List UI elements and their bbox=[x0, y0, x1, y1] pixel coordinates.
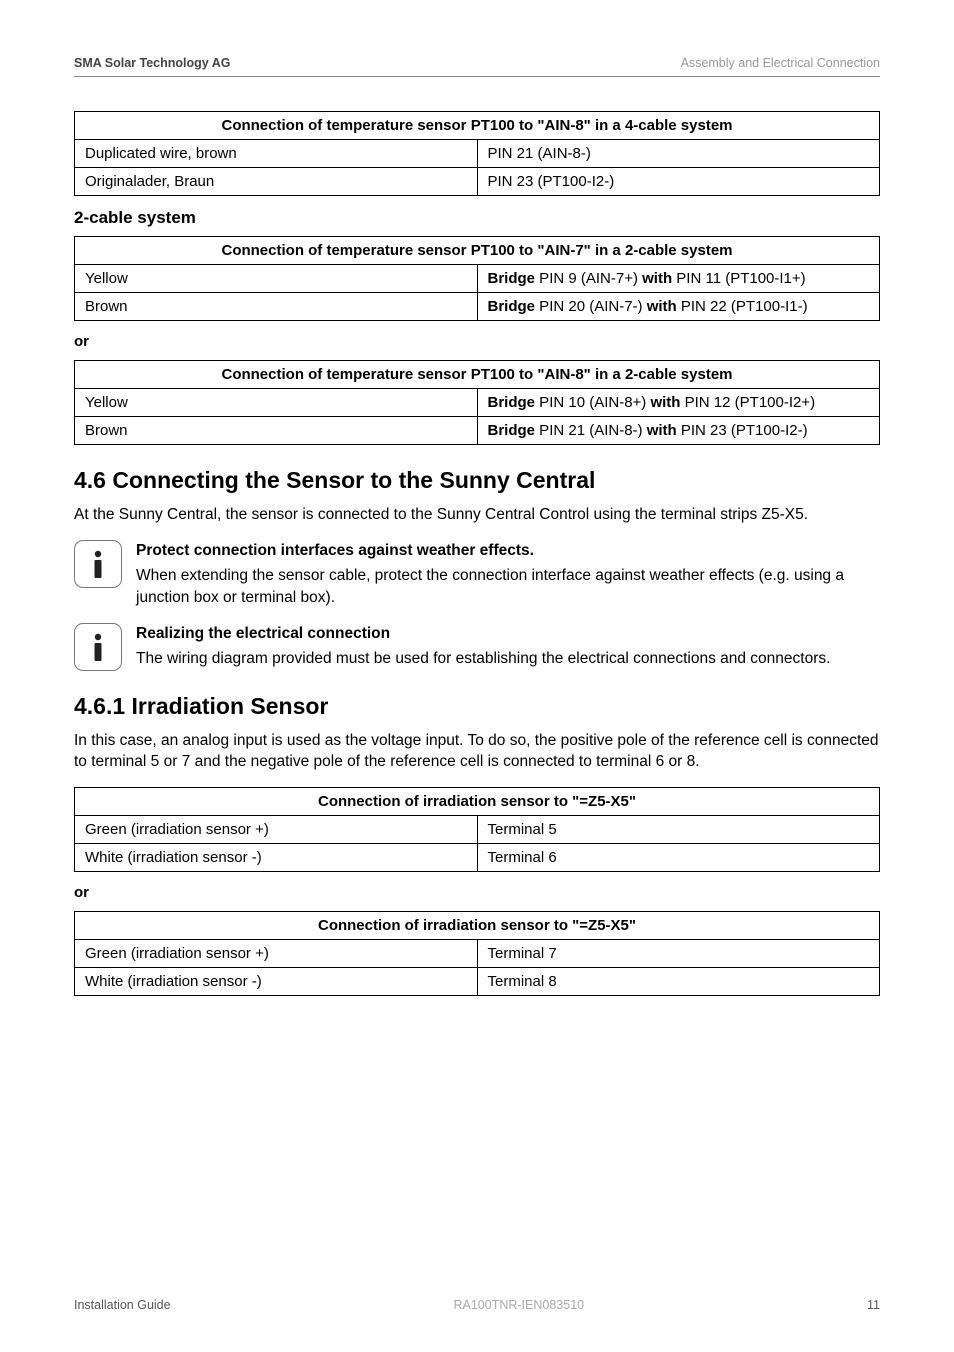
cell: Bridge PIN 21 (AIN-8-) with PIN 23 (PT10… bbox=[477, 417, 880, 445]
cell: Brown bbox=[75, 293, 478, 321]
table-row: White (irradiation sensor -) Terminal 6 bbox=[75, 844, 880, 872]
or-label: or bbox=[74, 333, 880, 350]
cell: Bridge PIN 20 (AIN-7-) with PIN 22 (PT10… bbox=[477, 293, 880, 321]
footer-page-number: 11 bbox=[867, 1298, 880, 1312]
table-pt100-ain8-2cable: Connection of temperature sensor PT100 t… bbox=[74, 360, 880, 445]
table-caption: Connection of temperature sensor PT100 t… bbox=[75, 361, 880, 389]
info-title: Protect connection interfaces against we… bbox=[136, 540, 880, 562]
info-icon bbox=[74, 540, 122, 588]
cell: Terminal 8 bbox=[477, 968, 880, 996]
info-body-text: When extending the sensor cable, protect… bbox=[136, 565, 880, 608]
cell: Brown bbox=[75, 417, 478, 445]
or-label: or bbox=[74, 884, 880, 901]
table-pt100-ain8-4cable: Connection of temperature sensor PT100 t… bbox=[74, 111, 880, 196]
cell: PIN 23 (PT100-I2-) bbox=[477, 168, 880, 196]
table-row: Yellow Bridge PIN 9 (AIN-7+) with PIN 11… bbox=[75, 265, 880, 293]
cell: Green (irradiation sensor +) bbox=[75, 816, 478, 844]
table-pt100-ain7-2cable: Connection of temperature sensor PT100 t… bbox=[74, 236, 880, 321]
table-row: Duplicated wire, brown PIN 21 (AIN-8-) bbox=[75, 140, 880, 168]
cell: Yellow bbox=[75, 389, 478, 417]
table-row: Yellow Bridge PIN 10 (AIN-8+) with PIN 1… bbox=[75, 389, 880, 417]
table-caption: Connection of irradiation sensor to "=Z5… bbox=[75, 788, 880, 816]
table-row: Brown Bridge PIN 21 (AIN-8-) with PIN 23… bbox=[75, 417, 880, 445]
cell: Terminal 5 bbox=[477, 816, 880, 844]
info-box-electrical: Realizing the electrical connection The … bbox=[74, 623, 880, 671]
info-icon bbox=[74, 623, 122, 671]
cell: Yellow bbox=[75, 265, 478, 293]
heading-4-6-1: 4.6.1 Irradiation Sensor bbox=[74, 693, 880, 720]
header-right: Assembly and Electrical Connection bbox=[681, 56, 880, 70]
header-left: SMA Solar Technology AG bbox=[74, 56, 231, 70]
table-row: Originalader, Braun PIN 23 (PT100-I2-) bbox=[75, 168, 880, 196]
paragraph: At the Sunny Central, the sensor is conn… bbox=[74, 504, 880, 526]
info-body-text: The wiring diagram provided must be used… bbox=[136, 648, 880, 670]
cell: Duplicated wire, brown bbox=[75, 140, 478, 168]
paragraph: In this case, an analog input is used as… bbox=[74, 730, 880, 773]
cell: Bridge PIN 9 (AIN-7+) with PIN 11 (PT100… bbox=[477, 265, 880, 293]
footer-center: RA100TNR-IEN083510 bbox=[453, 1298, 584, 1312]
subheading-2cable: 2-cable system bbox=[74, 208, 880, 228]
table-row: White (irradiation sensor -) Terminal 8 bbox=[75, 968, 880, 996]
table-irradiation-z5x5-a: Connection of irradiation sensor to "=Z5… bbox=[74, 787, 880, 872]
cell: White (irradiation sensor -) bbox=[75, 968, 478, 996]
footer-left: Installation Guide bbox=[74, 1298, 171, 1312]
cell: Bridge PIN 10 (AIN-8+) with PIN 12 (PT10… bbox=[477, 389, 880, 417]
heading-4-6: 4.6 Connecting the Sensor to the Sunny C… bbox=[74, 467, 880, 494]
table-caption: Connection of irradiation sensor to "=Z5… bbox=[75, 912, 880, 940]
table-irradiation-z5x5-b: Connection of irradiation sensor to "=Z5… bbox=[74, 911, 880, 996]
table-caption: Connection of temperature sensor PT100 t… bbox=[75, 112, 880, 140]
table-row: Brown Bridge PIN 20 (AIN-7-) with PIN 22… bbox=[75, 293, 880, 321]
header-rule bbox=[74, 76, 880, 77]
cell: PIN 21 (AIN-8-) bbox=[477, 140, 880, 168]
info-box-weather: Protect connection interfaces against we… bbox=[74, 540, 880, 609]
cell: Originalader, Braun bbox=[75, 168, 478, 196]
cell: Terminal 6 bbox=[477, 844, 880, 872]
table-row: Green (irradiation sensor +) Terminal 7 bbox=[75, 940, 880, 968]
cell: Terminal 7 bbox=[477, 940, 880, 968]
cell: Green (irradiation sensor +) bbox=[75, 940, 478, 968]
cell: White (irradiation sensor -) bbox=[75, 844, 478, 872]
info-title: Realizing the electrical connection bbox=[136, 623, 880, 645]
table-caption: Connection of temperature sensor PT100 t… bbox=[75, 237, 880, 265]
table-row: Green (irradiation sensor +) Terminal 5 bbox=[75, 816, 880, 844]
